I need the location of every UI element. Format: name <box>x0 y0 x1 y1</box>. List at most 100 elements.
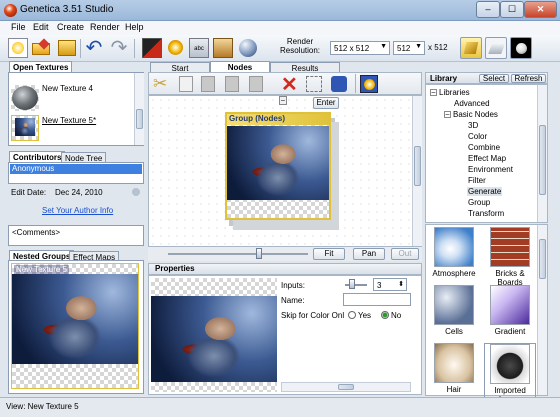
arrange-icon[interactable] <box>306 76 322 92</box>
paint-icon[interactable] <box>166 38 186 58</box>
cut-node-icon[interactable] <box>142 38 162 58</box>
scissors-icon[interactable]: ✂ <box>153 74 167 94</box>
library-item-hair[interactable]: Hair <box>428 343 480 399</box>
library-select-button[interactable]: Select <box>479 74 509 83</box>
inputs-slider-thumb[interactable] <box>349 279 355 289</box>
inputs-label: Inputs: <box>281 281 306 290</box>
lock-icon[interactable] <box>132 188 140 196</box>
redo-icon[interactable]: ↷ <box>109 38 129 58</box>
library-items-scrollbar[interactable] <box>537 225 547 395</box>
minimize-button[interactable]: – <box>476 1 500 18</box>
name-field[interactable] <box>343 293 411 306</box>
open-folder-icon[interactable] <box>31 38 51 58</box>
scrollbar-thumb[interactable] <box>539 239 546 279</box>
duplicate-icon[interactable] <box>225 76 239 92</box>
fit-button[interactable]: Fit <box>313 248 345 260</box>
nested-groups-panel: New Texture 5 <box>8 260 144 394</box>
menu-edit[interactable]: Edit <box>33 22 49 32</box>
library-item-gradient[interactable]: Gradient <box>484 285 536 341</box>
library-item-imported-image[interactable]: Imported Image <box>484 343 536 404</box>
tree-node-effect-map[interactable]: Effect Map <box>468 154 506 163</box>
texture-name[interactable]: New Texture 4 <box>42 84 93 93</box>
library-item-cells[interactable]: Cells <box>428 285 480 341</box>
toolbar-separator <box>80 39 81 58</box>
library-item-bricks[interactable]: Bricks & Boards <box>484 227 536 287</box>
tree-node-advanced[interactable]: Advanced <box>454 99 490 108</box>
tree-node-3d[interactable]: 3D <box>468 121 478 130</box>
tree-node-basic-nodes[interactable]: – Basic Nodes <box>444 110 498 119</box>
menu-file[interactable]: File <box>11 22 26 32</box>
width-select[interactable]: 512 ▼ <box>393 41 425 55</box>
texture-thumbnail-selected[interactable] <box>11 115 39 141</box>
violin-image <box>12 274 138 364</box>
height-label: x 512 <box>428 43 448 52</box>
tree-node-generate[interactable]: Generate <box>467 187 503 196</box>
zoom-slider-thumb[interactable] <box>256 248 262 259</box>
status-bar: View: New Texture 5 <box>0 397 560 417</box>
resolution-select[interactable]: 512 x 512 ▼ <box>330 41 390 55</box>
close-button[interactable]: ✕ <box>524 1 557 18</box>
open-textures-list: New Texture 4 New Texture 5* <box>8 72 144 146</box>
paste-icon[interactable] <box>201 76 215 92</box>
scrollbar-thumb[interactable] <box>136 109 143 129</box>
no-radio[interactable] <box>381 311 389 319</box>
tree-node-transform[interactable]: Transform <box>468 209 504 218</box>
delete-icon[interactable]: ✕ <box>281 72 298 97</box>
library-tree-scrollbar[interactable] <box>537 85 547 222</box>
out-button[interactable]: Out <box>391 248 419 260</box>
tree-node-filter[interactable]: Filter <box>468 176 486 185</box>
library-refresh-button[interactable]: Refresh <box>511 74 546 83</box>
sphere-view-icon[interactable] <box>510 37 532 59</box>
text-node-icon[interactable]: abc <box>189 38 209 58</box>
contributor-row-selected[interactable]: Anonymous <box>10 164 142 174</box>
yes-radio[interactable] <box>348 311 356 319</box>
menu-bar: File Edit Create Render Help <box>0 21 560 35</box>
texture-name-selected[interactable]: New Texture 5* <box>42 116 96 125</box>
spinner-arrows-icon: ⬍ <box>398 281 404 288</box>
inputs-spinner[interactable]: 3 ⬍ <box>373 278 407 291</box>
tree-node-environment[interactable]: Environment <box>468 165 513 174</box>
app-logo-icon <box>4 4 17 17</box>
group-node[interactable]: Group (Nodes) <box>225 112 331 220</box>
node-input-port[interactable]: – <box>279 96 287 105</box>
chevron-down-icon: ▼ <box>415 43 422 50</box>
plane-view-icon[interactable] <box>485 37 507 59</box>
scrollbar[interactable] <box>134 73 144 145</box>
zoom-slider-track[interactable] <box>168 253 308 255</box>
texture-thumbnail[interactable] <box>11 85 39 111</box>
status-text: View: New Texture 5 <box>6 402 79 411</box>
node-canvas[interactable]: – Enter Group (Nodes) <box>148 95 422 247</box>
render-resolution-label: Render Resolution: <box>279 37 321 55</box>
tree-node-group[interactable]: Group <box>468 198 490 207</box>
set-author-link[interactable]: Set Your Author Info <box>42 206 113 215</box>
scrollbar-thumb[interactable] <box>539 125 546 195</box>
undo-icon[interactable]: ↶ <box>84 38 104 58</box>
nested-group-thumbnail[interactable]: New Texture 5 <box>11 263 139 389</box>
texture-node-icon[interactable] <box>213 38 233 58</box>
comments-field[interactable]: <Comments> <box>8 225 144 246</box>
scrollbar-thumb[interactable] <box>338 384 354 390</box>
copy-icon[interactable] <box>179 76 193 92</box>
properties-scrollbar[interactable] <box>281 382 411 392</box>
enter-button[interactable]: Enter <box>313 97 339 109</box>
preview-icon[interactable] <box>360 75 378 93</box>
maximize-button[interactable]: ☐ <box>500 1 524 18</box>
library-item-atmosphere[interactable]: Atmosphere <box>428 227 480 283</box>
sphere-preview-icon[interactable] <box>238 38 258 58</box>
save-icon[interactable] <box>57 38 77 58</box>
tree-node-libraries[interactable]: – Libraries <box>430 88 470 97</box>
tree-node-combine[interactable]: Combine <box>468 143 500 152</box>
pan-button[interactable]: Pan <box>353 248 385 260</box>
new-file-icon[interactable] <box>8 38 28 58</box>
canvas-scrollbar[interactable] <box>412 96 422 246</box>
scrollbar-thumb[interactable] <box>414 146 421 186</box>
menu-create[interactable]: Create <box>57 22 84 32</box>
tree-node-color[interactable]: Color <box>468 132 487 141</box>
menu-render[interactable]: Render <box>90 22 120 32</box>
violin-image <box>227 126 329 200</box>
node-toolbar: ✂ ✕ <box>148 72 422 97</box>
random-dice-icon[interactable] <box>331 76 347 92</box>
group-icon[interactable] <box>249 76 263 92</box>
menu-help[interactable]: Help <box>125 22 144 32</box>
tile-toggle-icon[interactable] <box>460 37 482 59</box>
